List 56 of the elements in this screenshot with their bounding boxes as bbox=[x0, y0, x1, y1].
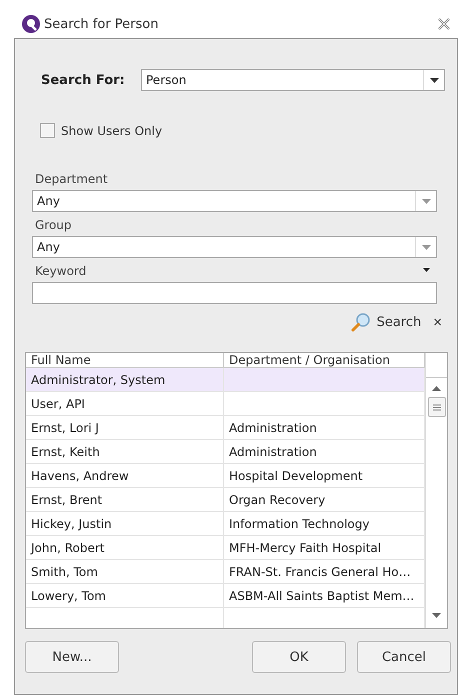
cancel-button[interactable]: Cancel bbox=[357, 641, 451, 673]
name-cell: Havens, Andrew bbox=[26, 464, 224, 487]
department-cell: Administration bbox=[224, 440, 425, 463]
table-row[interactable]: Hickey, Justin Information Technology bbox=[26, 512, 425, 536]
scroll-down-icon[interactable] bbox=[432, 613, 441, 618]
department-cell: FRAN-St. Francis General Ho… bbox=[224, 560, 425, 583]
keyword-label: Keyword bbox=[35, 264, 86, 278]
name-cell: Lowery, Tom bbox=[26, 584, 224, 607]
close-icon[interactable] bbox=[438, 18, 450, 30]
column-header[interactable]: Department / Organisation bbox=[224, 353, 425, 367]
department-cell: Hospital Development bbox=[224, 464, 425, 487]
name-cell: Ernst, Lori J bbox=[26, 416, 224, 439]
name-cell: Ernst, Brent bbox=[26, 488, 224, 511]
table-row[interactable]: John, Robert MFH-Mercy Faith Hospital bbox=[26, 536, 425, 560]
dropdown-arrow-icon bbox=[422, 198, 430, 204]
clear-button[interactable]: × bbox=[421, 314, 442, 330]
scroll-up-icon[interactable] bbox=[432, 386, 441, 391]
table-row[interactable]: Smith, Tom FRAN-St. Francis General Ho… bbox=[26, 560, 425, 584]
table-row[interactable]: Ernst, Brent Organ Recovery bbox=[26, 488, 425, 512]
department-cell: Administration bbox=[224, 416, 425, 439]
search-for-label: Search For: bbox=[41, 72, 126, 88]
window-title: Search for Person bbox=[44, 16, 160, 32]
scrollbar-thumb[interactable] bbox=[428, 397, 446, 417]
group-dropdown[interactable]: Any bbox=[32, 236, 437, 258]
small-arrow-icon bbox=[423, 268, 430, 272]
department-label: Department bbox=[35, 172, 109, 186]
department-cell: Information Technology bbox=[224, 512, 425, 535]
name-cell: Hickey, Justin bbox=[26, 512, 224, 535]
name-cell: Smith, Tom bbox=[26, 560, 224, 583]
keyword-field[interactable] bbox=[32, 282, 437, 304]
search-button[interactable]: Search bbox=[350, 312, 422, 332]
table-row[interactable]: Lowery, Tom ASBM-All Saints Baptist Mem… bbox=[26, 584, 425, 608]
dropdown-arrow-icon bbox=[422, 244, 430, 250]
table-row[interactable]: Ernst, Lori J Administration bbox=[26, 416, 425, 440]
department-cell: MFH-Mercy Faith Hospital bbox=[224, 536, 425, 559]
department-dropdown[interactable]: Any bbox=[32, 190, 437, 212]
column-header[interactable]: Full Name bbox=[26, 353, 224, 367]
table-row[interactable]: Ernst, Keith Administration bbox=[26, 440, 425, 464]
name-cell: User, API bbox=[26, 392, 224, 415]
group-label: Group bbox=[35, 218, 73, 232]
name-cell: Administrator, System bbox=[26, 368, 224, 391]
department-cell: Organ Recovery bbox=[224, 488, 425, 511]
name-cell: John, Robert bbox=[26, 536, 224, 559]
department-cell: ASBM-All Saints Baptist Mem… bbox=[224, 584, 425, 607]
show-users-checkbox[interactable] bbox=[40, 123, 55, 138]
search-for-dropdown[interactable]: Person bbox=[141, 69, 445, 91]
ok-button[interactable]: OK bbox=[252, 641, 346, 673]
app-logo-icon bbox=[22, 15, 40, 33]
table-row[interactable]: Administrator, System bbox=[26, 368, 425, 392]
table-row[interactable]: User, API bbox=[26, 392, 425, 416]
name-cell: Ernst, Keith bbox=[26, 440, 224, 463]
dropdown-arrow-icon bbox=[430, 78, 438, 82]
search-icon bbox=[350, 312, 371, 332]
new-button[interactable]: New... bbox=[25, 641, 119, 673]
table-row[interactable]: Havens, Andrew Hospital Development bbox=[26, 464, 425, 488]
show-users-label: Show Users Only bbox=[61, 124, 162, 138]
